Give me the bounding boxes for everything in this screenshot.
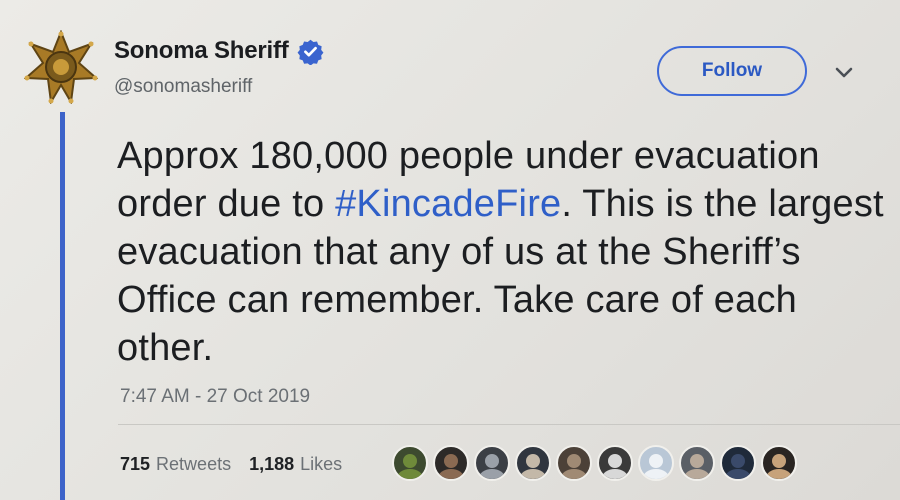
author-display-name[interactable]: Sonoma Sheriff [114,37,289,65]
thread-line [60,112,65,500]
avatar-body [479,469,505,479]
hashtag-link[interactable]: #KincadeFire [335,183,561,225]
liker-avatar[interactable] [474,445,510,481]
stats-divider [118,424,900,425]
avatar-body [397,469,423,479]
liker-avatar[interactable] [515,445,551,481]
author-name-row: Sonoma Sheriff [114,37,324,66]
like-label[interactable]: Likes [300,454,342,475]
follow-button[interactable]: Follow [657,46,807,96]
liker-avatar[interactable] [433,445,469,481]
liker-avatar[interactable] [556,445,592,481]
liker-avatar[interactable] [638,445,674,481]
liker-avatar[interactable] [597,445,633,481]
avatar-head [690,454,704,468]
avatar-head [485,454,499,468]
avatar-body [438,469,464,479]
avatar-body [766,469,792,479]
liker-avatar[interactable] [761,445,797,481]
avatar-head [649,454,663,468]
avatar-body [643,469,669,479]
tweet-text: Approx 180,000 people under evacuation o… [117,132,887,372]
avatar-body [520,469,546,479]
avatar-head [731,454,745,468]
retweet-count[interactable]: 715 [120,454,150,475]
liker-avatar[interactable] [392,445,428,481]
author-handle[interactable]: @sonomasheriff [114,76,252,98]
avatar-head [567,454,581,468]
engagement-stats: 715 Retweets 1,188 Likes [120,454,354,475]
chevron-down-icon[interactable] [832,64,856,82]
tweet-timestamp[interactable]: 7:47 AM - 27 Oct 2019 [120,386,310,408]
avatar-body [684,469,710,479]
tweet-screen: Sonoma Sheriff @sonomasheriff Follow App… [0,0,900,500]
avatar-head [772,454,786,468]
avatar-head [403,454,417,468]
liker-avatars [392,445,797,481]
avatar-head [444,454,458,468]
avatar-body [725,469,751,479]
avatar-body [602,469,628,479]
avatar-body [561,469,587,479]
like-count[interactable]: 1,188 [249,454,294,475]
liker-avatar[interactable] [720,445,756,481]
verified-badge-icon [297,38,324,66]
avatar-head [526,454,540,468]
liker-avatar[interactable] [679,445,715,481]
retweet-label[interactable]: Retweets [156,454,231,475]
avatar-head [608,454,622,468]
sheriff-star-badge-icon[interactable] [23,29,99,106]
